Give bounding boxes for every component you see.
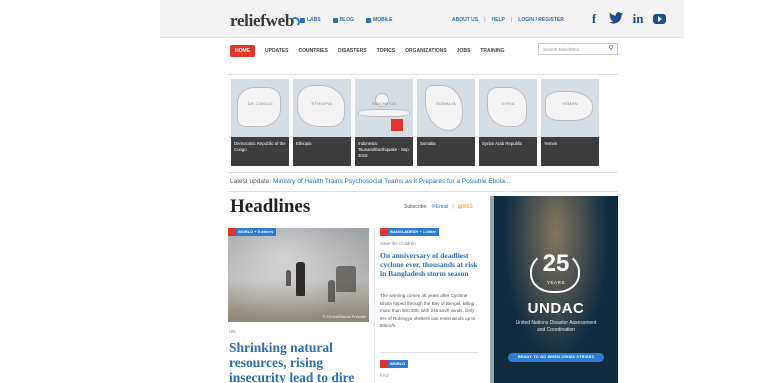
main-story-title[interactable]: Shrinking natural resources, rising inse…: [229, 340, 369, 383]
main-nav: HOME UPDATES COUNTRIES DISASTERS TOPICS …: [230, 45, 505, 57]
ad-cta-button[interactable]: READY TO GO WHEN CRISIS STRIKES: [508, 353, 604, 362]
utility-links: LABS BLOG MOBILE: [300, 17, 393, 23]
side-story2-tag[interactable]: WORLD: [380, 360, 409, 368]
tile-syria[interactable]: SYRIA Syrian Arab Republic: [479, 79, 537, 166]
tile-dr-congo[interactable]: DR CONGO Democratic Republic of the Cong…: [231, 79, 289, 166]
nav-organizations[interactable]: ORGANIZATIONS: [405, 48, 447, 54]
country-tiles: DR CONGO Democratic Republic of the Cong…: [231, 79, 599, 166]
country-shape: [545, 91, 593, 121]
divider: [228, 191, 618, 192]
column-divider: [374, 228, 375, 383]
nav-topics[interactable]: TOPICS: [377, 48, 396, 54]
facebook-icon[interactable]: f: [587, 12, 601, 26]
tile-caption: Yemen: [541, 137, 599, 166]
tile-somalia[interactable]: SOMALIA Somalia: [417, 79, 475, 166]
mobile-icon: [366, 17, 372, 23]
map-label: SYRIA: [501, 101, 515, 106]
tile-indonesia[interactable]: INDONESIA Indonesia: Tsunami/Earthquake …: [355, 79, 413, 166]
separator: |: [452, 204, 454, 210]
photo-credit: © OCHA/Naomi Frerotte: [322, 314, 366, 319]
labs-link[interactable]: LABS: [300, 17, 321, 23]
ad-anniversary-number: 25: [542, 250, 570, 277]
side-story-title[interactable]: On anniversary of deadliest cyclone ever…: [380, 251, 480, 278]
map-label: INDONESIA: [371, 101, 397, 106]
help-link[interactable]: HELP: [492, 17, 505, 23]
tile-caption: Ethiopia: [293, 137, 351, 166]
nav-disasters[interactable]: DISASTERS: [338, 48, 367, 54]
subscribe-email-link[interactable]: ✉Email: [432, 204, 449, 210]
divider: [228, 172, 618, 173]
map-label: ETHIOPIA: [311, 101, 333, 106]
tile-ethiopia[interactable]: ETHIOPIA Ethiopia: [293, 79, 351, 166]
reliefweb-logo[interactable]: reliefweb: [230, 9, 301, 33]
divider: [380, 352, 478, 353]
photo-figure: [336, 266, 356, 292]
map-label: DR CONGO: [247, 101, 273, 106]
logo-text: reliefweb: [230, 11, 295, 30]
country-shape: [487, 87, 527, 127]
photo-figure: [328, 280, 335, 302]
headlines-heading: Headlines: [230, 196, 311, 217]
nav-countries[interactable]: COUNTRIES: [299, 48, 328, 54]
side-story2-source: FAO: [380, 373, 390, 378]
side-story-tag[interactable]: BANGLADESH + 1 other: [380, 228, 440, 236]
search-input[interactable]: Search ReliefWeb ⚲: [538, 43, 618, 55]
main-story-source: UN: [229, 329, 236, 334]
side-story-body: The warning comes 48 years after Cyclone…: [380, 293, 476, 329]
main-story-tag[interactable]: WORLD + 5 others: [228, 228, 277, 236]
side-story-source: Save the Children: [380, 241, 416, 246]
latest-update: Latest update: Ministry of Health Trains…: [230, 178, 510, 185]
tile-caption: Indonesia: Tsunami/Earthquake - Sep 2018: [355, 137, 413, 166]
about-us-link[interactable]: ABOUT US: [452, 17, 478, 23]
tile-caption: Somalia: [417, 137, 475, 166]
map-label: SOMALIA: [436, 101, 456, 106]
ad-title: UNDAC: [527, 300, 585, 317]
nav-jobs[interactable]: JOBS: [457, 48, 471, 54]
undac-ad-banner[interactable]: 25 YEARS UNDAC United Nations Disaster A…: [490, 196, 618, 383]
nav-updates[interactable]: UPDATES: [265, 48, 289, 54]
photo-figure: [296, 262, 305, 296]
main-story-photo[interactable]: © OCHA/Naomi Frerotte: [228, 228, 369, 322]
country-shape: [297, 85, 345, 127]
nav-home[interactable]: HOME: [230, 45, 255, 57]
latest-update-link[interactable]: Ministry of Health Trains Psychosocial T…: [273, 178, 510, 185]
divider: [228, 74, 618, 75]
photo-figure: [286, 270, 291, 286]
login-register-link[interactable]: LOGIN / REGISTER: [518, 17, 564, 23]
ad-years-label: YEARS: [546, 280, 566, 285]
youtube-icon[interactable]: [653, 14, 666, 24]
tile-caption: Syrian Arab Republic: [479, 137, 537, 166]
account-links: ABOUT US | HELP | LOGIN / REGISTER: [452, 17, 564, 23]
subscribe-label: Subscribe:: [404, 204, 428, 210]
map-label: YEMEN: [562, 101, 578, 106]
separator: |: [484, 17, 486, 23]
latest-update-label: Latest update:: [230, 178, 272, 185]
logo-swoosh-icon: [290, 17, 301, 27]
country-shape: [358, 109, 410, 117]
twitter-icon[interactable]: [609, 12, 623, 26]
tile-yemen[interactable]: YEMEN Yemen: [541, 79, 599, 166]
social-links: f in: [587, 12, 666, 26]
tsunami-badge-icon: [391, 119, 403, 131]
ad-subtitle: United Nations Disaster Assessment and C…: [515, 320, 597, 333]
subscribe-links: Subscribe: ✉Email | ▤RSS: [404, 204, 473, 210]
mobile-link[interactable]: MOBILE: [366, 17, 393, 23]
search-icon[interactable]: ⚲: [607, 45, 615, 53]
search-placeholder: Search ReliefWeb: [543, 47, 580, 52]
subscribe-rss-link[interactable]: ▤RSS: [458, 204, 473, 210]
map-thumbnail: [355, 79, 413, 137]
separator: |: [510, 17, 513, 23]
blog-link[interactable]: BLOG: [332, 17, 354, 23]
blog-icon: [332, 17, 338, 23]
country-shape: [237, 87, 281, 127]
labs-icon: [300, 17, 305, 23]
linkedin-icon[interactable]: in: [631, 12, 645, 26]
tile-caption: Democratic Republic of the Congo: [231, 137, 289, 166]
nav-training[interactable]: TRAINING: [480, 48, 504, 54]
